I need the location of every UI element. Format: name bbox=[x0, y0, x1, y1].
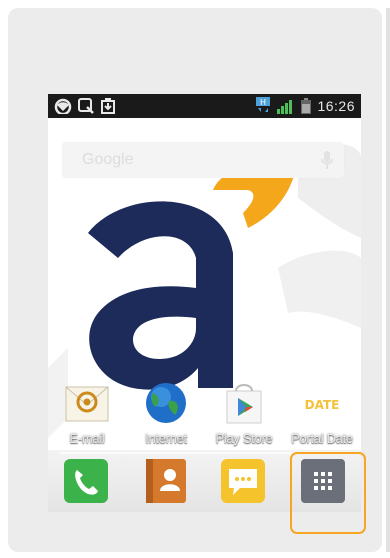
globe-icon bbox=[146, 383, 186, 423]
app-drawer-highlight bbox=[290, 452, 366, 534]
app-portal-date[interactable]: DATE Portal Date bbox=[284, 381, 360, 457]
home-apps-row: E-mail Internet Play Store DATE Portal D… bbox=[48, 381, 361, 457]
email-icon bbox=[65, 386, 109, 422]
clock: 16:26 bbox=[317, 98, 355, 114]
app-label: Internet bbox=[145, 431, 187, 446]
svg-text:H: H bbox=[260, 98, 266, 107]
app-email[interactable]: E-mail bbox=[49, 381, 125, 457]
signal-icon bbox=[277, 100, 293, 114]
data-network-icon: H bbox=[256, 97, 271, 112]
status-bar: H 16:26 bbox=[48, 94, 361, 118]
search-notification-icon bbox=[78, 98, 94, 114]
play-store-icon bbox=[226, 384, 262, 424]
app-internet[interactable]: Internet bbox=[128, 381, 204, 457]
wifi-icon bbox=[54, 98, 72, 114]
scrollbar[interactable] bbox=[386, 8, 390, 552]
svg-text:DATE: DATE bbox=[305, 398, 340, 412]
google-search-bar[interactable]: Google bbox=[62, 142, 344, 178]
phone-icon[interactable] bbox=[63, 458, 109, 504]
app-play-store[interactable]: Play Store bbox=[206, 381, 282, 457]
download-notification-icon bbox=[101, 98, 115, 114]
messaging-icon[interactable] bbox=[220, 458, 266, 504]
portal-date-icon: DATE bbox=[305, 398, 340, 412]
contacts-icon[interactable] bbox=[143, 458, 189, 504]
microphone-icon[interactable] bbox=[320, 150, 334, 170]
phone-screen: H 16:26 Google E-mail Internet Play Stor… bbox=[48, 94, 361, 512]
app-label: Portal Date bbox=[291, 431, 353, 446]
battery-icon bbox=[301, 98, 312, 114]
search-label: Google bbox=[82, 151, 134, 168]
app-label: E-mail bbox=[69, 431, 105, 446]
app-label: Play Store bbox=[215, 431, 273, 446]
